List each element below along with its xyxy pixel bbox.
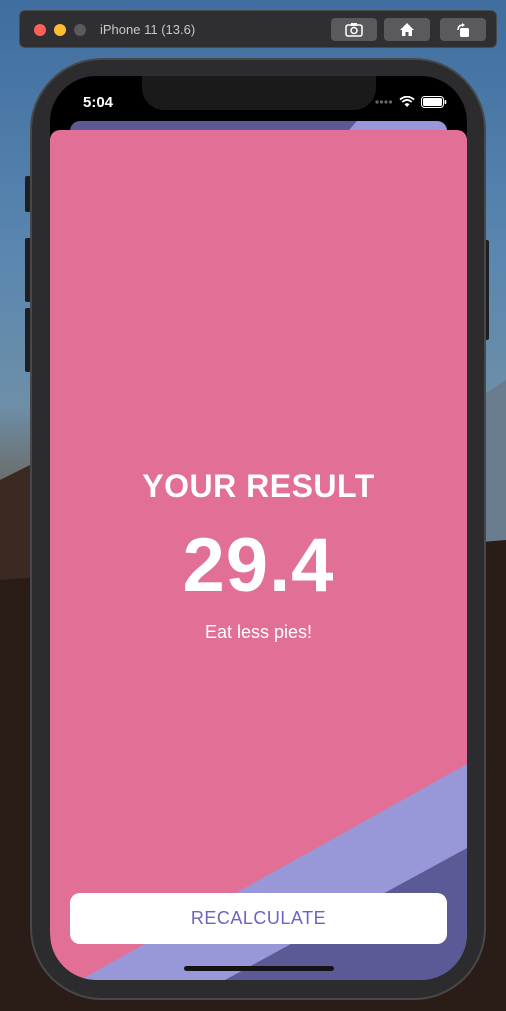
home-button[interactable] <box>384 18 430 41</box>
rotate-button[interactable] <box>440 18 486 41</box>
notch <box>142 76 376 110</box>
rotate-icon <box>457 22 469 37</box>
screenshot-icon <box>345 23 363 37</box>
wifi-icon <box>399 96 415 107</box>
screenshot-button[interactable] <box>331 18 377 41</box>
battery-icon <box>421 96 447 108</box>
close-window-button[interactable] <box>34 24 46 36</box>
home-icon <box>400 23 414 36</box>
home-indicator[interactable] <box>184 966 334 971</box>
status-time: 5:04 <box>83 94 114 111</box>
minimize-window-button[interactable] <box>54 24 66 36</box>
result-message: Eat less pies! <box>204 622 313 642</box>
bmi-value: 29.4 <box>182 523 335 608</box>
recalculate-button[interactable]: RECALCULATE <box>70 893 447 944</box>
simulator-title: iPhone 11 (13.6) <box>100 22 196 37</box>
status-icons <box>375 96 447 108</box>
result-title: YOUR RESULT <box>142 468 375 504</box>
simulator-toolbar: iPhone 11 (13.6) <box>19 10 497 48</box>
zoom-window-button[interactable] <box>74 24 86 36</box>
phone-screen: 5:04 YOUR RESULT 29.4 Eat less pies! REC… <box>50 76 467 980</box>
result-sheet: YOUR RESULT 29.4 Eat less pies! RECALCUL… <box>50 130 467 980</box>
signal-icon <box>375 100 393 104</box>
